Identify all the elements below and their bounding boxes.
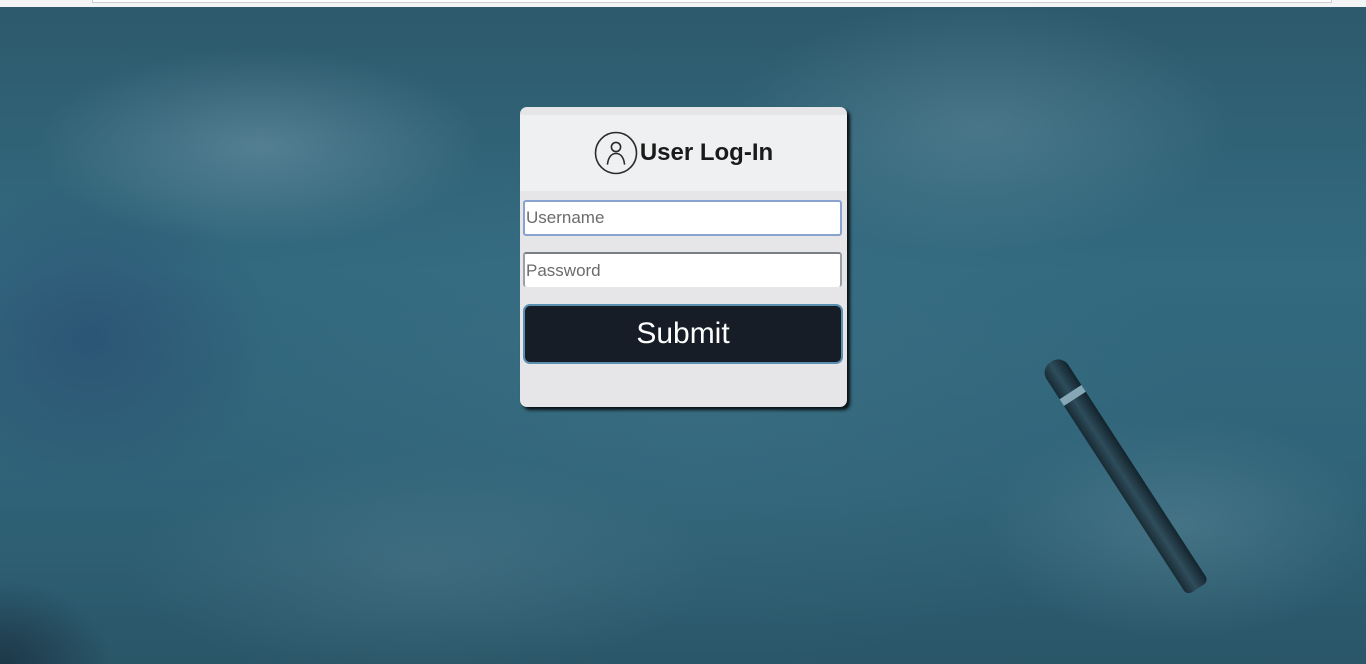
- password-input[interactable]: [523, 252, 842, 287]
- browser-top-strip: [0, 0, 1366, 7]
- submit-button[interactable]: Submit: [523, 304, 843, 364]
- username-input[interactable]: [523, 200, 842, 236]
- background-shadow: [0, 544, 160, 664]
- login-title: User Log-In: [639, 139, 774, 166]
- pen-ring: [1059, 385, 1086, 406]
- pen-illustration: [1040, 354, 1209, 596]
- login-card: User Log-In Submit: [520, 107, 847, 407]
- address-bar-edge: [92, 0, 1332, 3]
- login-header: User Log-In: [520, 115, 847, 191]
- user-circle-icon: [594, 131, 638, 175]
